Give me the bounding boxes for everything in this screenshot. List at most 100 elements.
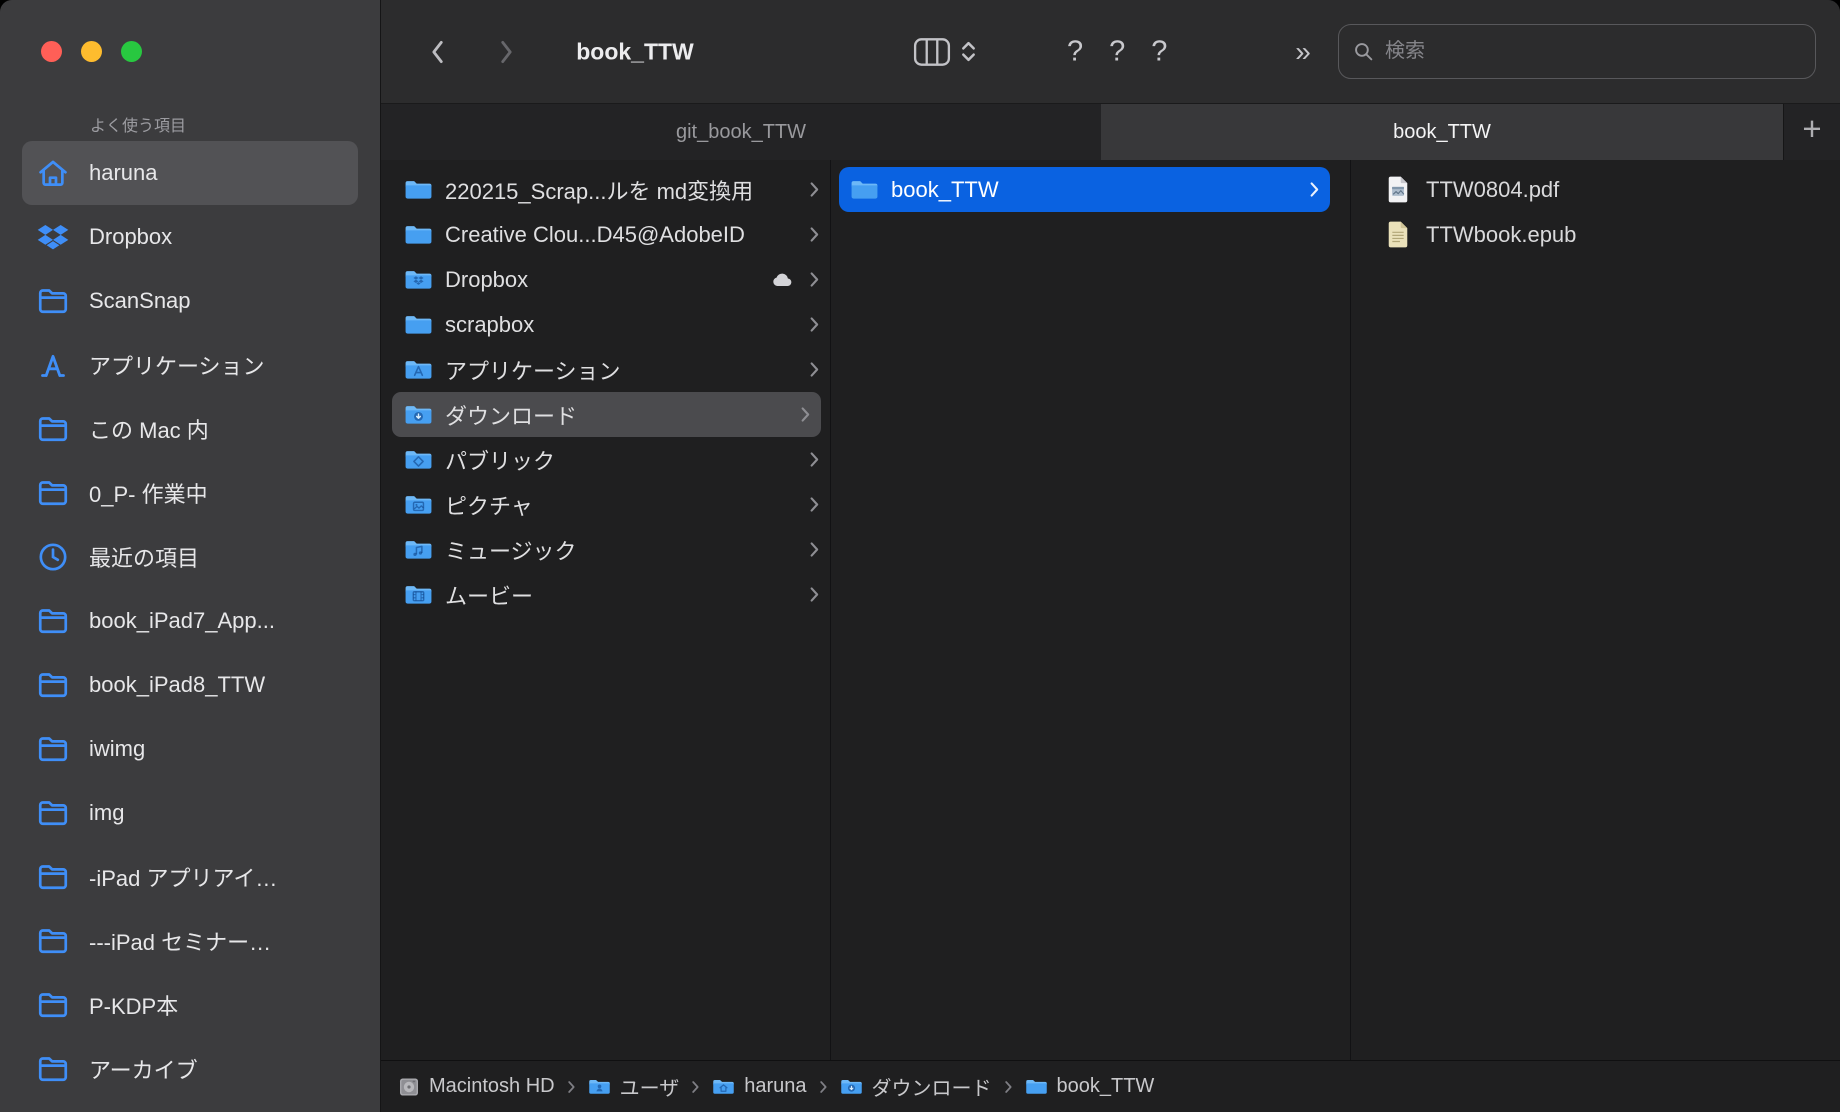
tab-label: book_TTW — [1393, 120, 1491, 143]
column-view-button[interactable] — [913, 37, 951, 67]
pdf-file-icon — [1386, 175, 1412, 204]
sidebar-list: haruna Dropbox ScanSnap アプリケーションこの Mac 内 0_P… — [22, 141, 358, 1101]
folder-icon — [404, 224, 434, 246]
folder-row[interactable]: book_TTW — [839, 167, 1330, 212]
view-switcher — [913, 37, 977, 67]
folder-row[interactable]: ムービー — [381, 572, 830, 617]
sidebar-item[interactable]: book_iPad8_TTW — [22, 653, 358, 717]
folder-row[interactable]: 220215_Scrap...ルを md変換用 — [381, 167, 830, 212]
folder-row[interactable]: アプリケーション — [381, 347, 830, 392]
path-item-label: Macintosh HD — [429, 1075, 555, 1097]
sidebar-item[interactable]: 最近の項目 — [22, 525, 358, 589]
search-field[interactable] — [1338, 24, 1816, 79]
sidebar-item[interactable]: 0_P- 作業中 — [22, 461, 358, 525]
folder-row[interactable]: パブリック — [381, 437, 830, 482]
sidebar-item[interactable]: haruna — [22, 141, 358, 205]
sidebar-item[interactable]: P-KDP本 — [22, 973, 358, 1037]
folder-row[interactable]: scrapbox — [381, 302, 830, 347]
back-button[interactable] — [430, 39, 445, 65]
zoom-button[interactable] — [121, 41, 142, 62]
file-row-label: TTWbook.epub — [1426, 221, 1577, 247]
sidebar-item[interactable]: iwimg — [22, 717, 358, 781]
path-bar: Macintosh HD ユーザ haruna ダウンロード book_TTW — [381, 1060, 1840, 1112]
path-item[interactable]: haruna — [712, 1075, 807, 1098]
tab-git_book_TTW[interactable]: git_book_TTW — [381, 104, 1101, 160]
folder-row[interactable]: ミュージック — [381, 527, 830, 572]
folder-icon — [404, 584, 434, 606]
appstore-icon — [32, 344, 74, 386]
sidebar-item-label: Dropbox — [89, 224, 173, 249]
folder-users-icon — [588, 1077, 611, 1097]
sidebar-item-label: ScanSnap — [89, 288, 191, 313]
sidebar-item[interactable]: Dropbox — [22, 205, 358, 269]
column-2: book_TTW — [831, 160, 1351, 1060]
cloud-icon — [770, 271, 795, 288]
sidebar-item-label: img — [89, 800, 125, 825]
folder-row-label: ダウンロード — [445, 403, 578, 429]
path-item-label: haruna — [744, 1075, 807, 1097]
folder-icon — [32, 664, 74, 706]
chevron-up-down-icon — [962, 41, 975, 62]
folder-row[interactable]: Dropbox — [381, 257, 830, 302]
path-item[interactable]: ユーザ — [588, 1072, 679, 1101]
file-row[interactable]: TTWbook.epub — [1351, 212, 1840, 257]
clock-icon — [32, 536, 74, 578]
path-item[interactable]: ダウンロード — [840, 1072, 992, 1101]
sidebar-item[interactable]: アーカイブ — [22, 1037, 358, 1101]
chevron-right-icon — [809, 226, 820, 243]
folder-icon — [32, 728, 74, 770]
close-button[interactable] — [41, 41, 62, 62]
chevron-right-icon — [800, 406, 811, 423]
sidebar-item-label: ---iPad セミナー… — [89, 930, 272, 955]
folder-icon — [32, 920, 74, 962]
sidebar-item[interactable]: アプリケーション — [22, 333, 358, 397]
window-controls — [41, 41, 142, 62]
folder-row-label: ムービー — [445, 583, 534, 609]
unknown-toolbar-button[interactable]: ? — [1109, 35, 1125, 68]
toolbar: book_TTW ??? » — [381, 0, 1840, 103]
sidebar-item-label: 0_P- 作業中 — [89, 482, 208, 507]
folder-icon — [404, 449, 434, 471]
tab-book_TTW[interactable]: book_TTW — [1101, 104, 1783, 160]
path-item[interactable]: book_TTW — [1025, 1075, 1154, 1098]
chevron-right-icon — [809, 316, 820, 333]
search-input[interactable] — [1383, 39, 1801, 64]
folder-row[interactable]: Creative Clou...D45@AdobeID — [381, 212, 830, 257]
folder-icon — [850, 179, 880, 201]
folder-icon — [404, 269, 434, 291]
unknown-toolbar-button[interactable]: ? — [1151, 35, 1167, 68]
unknown-toolbar-button[interactable]: ? — [1067, 35, 1083, 68]
sidebar-item[interactable]: この Mac 内 — [22, 397, 358, 461]
folder-row[interactable]: ピクチャ — [381, 482, 830, 527]
forward-button[interactable] — [500, 39, 515, 65]
tab-label: git_book_TTW — [675, 120, 807, 143]
sidebar-section-header: よく使う項目 — [90, 118, 187, 135]
minimize-button[interactable] — [81, 41, 102, 62]
sidebar-item[interactable]: -iPad アプリアイ… — [22, 845, 358, 909]
folder-icon — [32, 600, 74, 642]
file-row[interactable]: TTW0804.pdf — [1351, 167, 1840, 212]
sidebar-item-label: この Mac 内 — [89, 418, 209, 443]
chevron-right-icon — [501, 40, 512, 63]
chevron-right-icon — [809, 271, 820, 288]
column-view: 220215_Scrap...ルを md変換用 Creative Clou...D… — [381, 160, 1840, 1060]
folder-row-label: 220215_Scrap...ルを md変換用 — [445, 178, 754, 204]
sidebar-item[interactable]: img — [22, 781, 358, 845]
folder-icon — [32, 1048, 74, 1090]
sidebar-item-label: book_iPad7_App... — [89, 608, 275, 633]
folder-row[interactable]: ダウンロード — [392, 392, 821, 437]
sidebar-item-label: P-KDP本 — [89, 994, 179, 1019]
folder-row-label: ピクチャ — [445, 493, 533, 519]
folder-icon — [404, 314, 434, 336]
toolbar-overflow-button[interactable]: » — [1295, 36, 1311, 68]
sidebar-item[interactable]: ScanSnap — [22, 269, 358, 333]
path-item[interactable]: Macintosh HD — [398, 1075, 555, 1098]
folder-icon — [404, 404, 434, 426]
sidebar-item[interactable]: book_iPad7_App... — [22, 589, 358, 653]
chevron-right-icon — [809, 586, 820, 603]
chevron-right-icon — [809, 361, 820, 378]
folder-icon — [32, 280, 74, 322]
sidebar-item[interactable]: ---iPad セミナー… — [22, 909, 358, 973]
new-tab-button[interactable]: + — [1783, 104, 1840, 160]
view-picker-button[interactable] — [960, 38, 977, 65]
